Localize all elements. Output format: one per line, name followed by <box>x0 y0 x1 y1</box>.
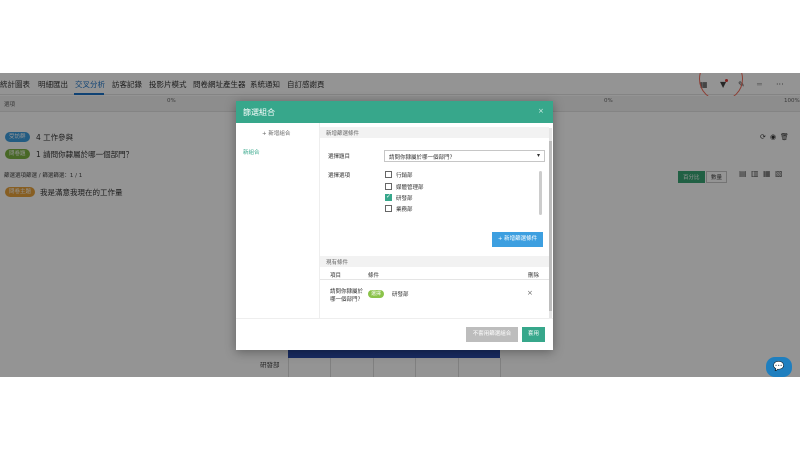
options-scrollbar[interactable] <box>539 171 542 215</box>
add-condition-section: 新增篩選條件 <box>320 127 549 138</box>
modal-header: 篩選組合 × <box>236 101 553 123</box>
chevron-down-icon: ▾ <box>537 152 541 159</box>
question-select-value: 請問你隸屬於哪一個部門？ <box>389 155 456 161</box>
column-header-condition: 條件 <box>368 273 380 279</box>
existing-conditions-section: 現有條件 <box>320 256 549 267</box>
option-checkbox[interactable] <box>385 183 392 190</box>
option-checkbox[interactable] <box>385 171 392 178</box>
option-checkbox[interactable] <box>385 205 392 212</box>
filter-modal: 篩選組合 × + 新增組合 新組合 新增篩選條件 選擇題目 請問你隸屬於哪一個部… <box>236 101 553 350</box>
option-checkbox[interactable] <box>385 193 392 201</box>
condition-item-text: 請問你隸屬於哪一個部門？ <box>330 289 364 303</box>
select-option-label: 選擇選項 <box>328 173 351 179</box>
modal-title: 篩選組合 <box>243 108 275 117</box>
group-sidebar: + 新增組合 新組合 <box>236 123 320 318</box>
table-row: 請問你隸屬於哪一個部門？ 選擇 研發部 × <box>320 281 549 315</box>
condition-value-text: 研發部 <box>392 292 409 298</box>
column-header-delete: 刪除 <box>528 273 540 279</box>
add-condition-button[interactable]: + 新增篩選條件 <box>492 232 543 247</box>
add-group-link[interactable]: + 新增組合 <box>262 129 290 137</box>
section-title: 現有條件 <box>326 260 349 266</box>
option-label: 行銷部 <box>396 173 413 179</box>
option-label: 媒體管理部 <box>396 185 424 191</box>
select-question-label: 選擇題目 <box>328 154 351 160</box>
question-select[interactable]: 請問你隸屬於哪一個部門？ ▾ <box>384 150 545 162</box>
conditions-table-header: 項目 條件 刪除 <box>320 268 549 280</box>
chat-icon[interactable]: 💬 <box>766 357 792 377</box>
column-header-item: 項目 <box>330 273 342 279</box>
option-label: 業務部 <box>396 207 413 213</box>
modal-footer: 不套用篩選組合 套用 <box>236 318 553 350</box>
section-title: 新增篩選條件 <box>326 131 360 137</box>
close-icon[interactable]: × <box>538 107 544 115</box>
group-item-new[interactable]: 新組合 <box>243 148 260 156</box>
condition-type-tag: 選擇 <box>368 290 385 298</box>
no-filter-button[interactable]: 不套用篩選組合 <box>466 327 518 342</box>
apply-button[interactable]: 套用 <box>522 327 545 342</box>
modal-scroll-thumb[interactable] <box>549 141 552 311</box>
delete-icon[interactable]: × <box>527 289 533 297</box>
option-label: 研發部 <box>396 196 413 202</box>
